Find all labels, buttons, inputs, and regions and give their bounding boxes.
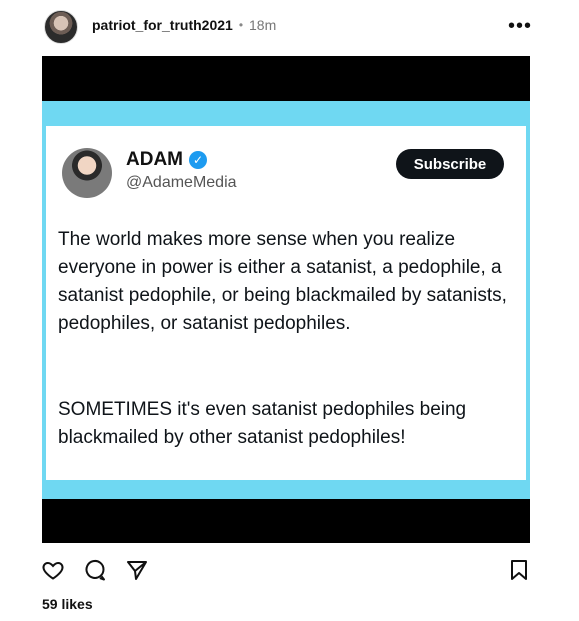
post-image[interactable]: ADAM ✓ @AdameMedia Subscribe The world m… — [42, 56, 530, 543]
post-meta: patriot_for_truth2021 • 18m — [92, 17, 276, 33]
verified-badge-icon: ✓ — [189, 151, 207, 169]
tweet-avatar — [62, 148, 112, 198]
profile-avatar[interactable] — [44, 10, 78, 44]
subscribe-button[interactable]: Subscribe — [396, 149, 504, 179]
post-actions — [40, 557, 540, 583]
tweet-name-row: ADAM ✓ — [126, 149, 207, 171]
tweet-card: ADAM ✓ @AdameMedia Subscribe The world m… — [46, 126, 526, 480]
image-blue-band: ADAM ✓ @AdameMedia Subscribe The world m… — [42, 101, 530, 499]
tweet-paragraph-2: SOMETIMES it's even satanist pedophiles … — [58, 399, 467, 448]
send-icon[interactable] — [124, 557, 150, 583]
meta-separator: • — [238, 18, 244, 32]
likes-count[interactable]: 59 likes — [42, 596, 93, 612]
heart-icon[interactable] — [40, 557, 66, 583]
post-header: patriot_for_truth2021 • 18m ••• — [0, 0, 579, 56]
comment-icon[interactable] — [82, 557, 108, 583]
username[interactable]: patriot_for_truth2021 — [92, 17, 233, 33]
tweet-display-name: ADAM — [126, 149, 183, 170]
bookmark-icon[interactable] — [506, 557, 532, 583]
post-time: 18m — [249, 17, 277, 33]
more-options-icon[interactable]: ••• — [508, 14, 532, 38]
tweet-handle: @AdameMedia — [126, 174, 237, 191]
tweet-paragraph-1: The world makes more sense when you real… — [58, 229, 507, 334]
